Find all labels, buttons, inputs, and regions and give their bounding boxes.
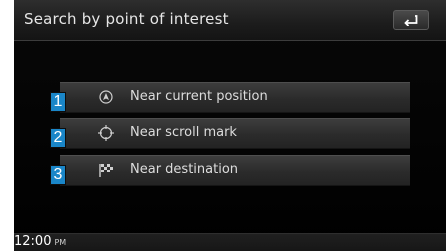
status-bar: 12:00 PM <box>14 233 446 251</box>
page-title: Search by point of interest <box>24 10 229 28</box>
back-button[interactable] <box>393 10 429 30</box>
menu-item-label: Near current position <box>130 89 268 104</box>
clock-ampm: PM <box>54 238 67 247</box>
menu-item-label: Near destination <box>130 162 239 177</box>
checkered-flag-icon <box>99 164 113 177</box>
callout-number-3: 3 <box>50 165 66 185</box>
title-bar: Search by point of interest <box>14 0 446 41</box>
callout-number-1: 1 <box>50 92 66 112</box>
navigation-screen: Search by point of interest Near current… <box>14 0 446 251</box>
callout-number-2: 2 <box>50 128 66 148</box>
crosshair-icon <box>98 125 114 141</box>
menu-item-near-destination[interactable]: Near destination <box>60 155 410 186</box>
menu-item-near-current-position[interactable]: Near current position <box>60 82 410 113</box>
menu-item-label: Near scroll mark <box>130 125 237 140</box>
back-arrow-icon <box>404 15 418 26</box>
current-position-icon <box>99 90 113 104</box>
clock-time: 12:00 <box>14 234 52 249</box>
menu-item-near-scroll-mark[interactable]: Near scroll mark <box>60 118 410 149</box>
clock: 12:00 PM <box>14 234 66 249</box>
